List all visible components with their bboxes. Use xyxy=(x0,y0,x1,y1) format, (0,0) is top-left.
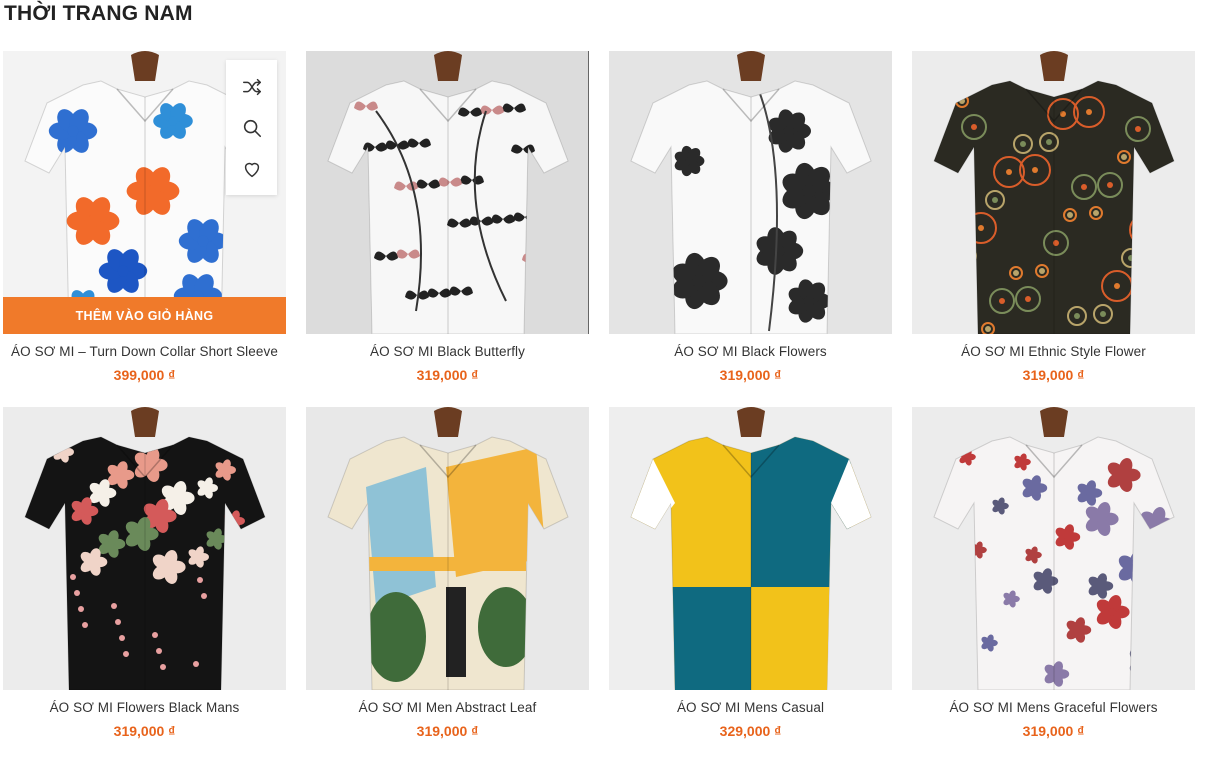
shuffle-icon xyxy=(242,78,261,95)
product-price: 319,000 ₫ xyxy=(416,723,479,739)
heart-icon xyxy=(244,162,259,177)
shirt-illustration xyxy=(327,51,569,334)
product-price: 399,000 ₫ xyxy=(113,367,176,383)
shirt-illustration xyxy=(630,51,872,334)
product-image[interactable] xyxy=(912,51,1195,334)
product-name[interactable]: ÁO SƠ MI Ethnic Style Flower xyxy=(912,344,1195,359)
wishlist-button[interactable] xyxy=(239,156,265,182)
product-price: 319,000 ₫ xyxy=(1022,367,1085,383)
product-card[interactable]: ÁO SƠ MI Mens Graceful Flowers 319,000 ₫ xyxy=(912,407,1195,758)
product-name[interactable]: ÁO SƠ MI Black Flowers xyxy=(609,344,892,359)
product-image[interactable] xyxy=(306,407,589,690)
product-grid: THÊM VÀO GIỎ HÀNG ÁO SƠ MI – Turn Down C… xyxy=(3,51,1195,758)
product-image[interactable] xyxy=(3,407,286,690)
compare-button[interactable] xyxy=(239,74,265,100)
product-card[interactable]: ÁO SƠ MI Mens Casual 329,000 ₫ xyxy=(609,407,892,758)
product-price: 319,000 ₫ xyxy=(113,723,176,739)
product-name[interactable]: ÁO SƠ MI Flowers Black Mans xyxy=(3,700,286,715)
product-image[interactable] xyxy=(306,51,589,334)
product-card[interactable]: THÊM VÀO GIỎ HÀNG ÁO SƠ MI – Turn Down C… xyxy=(3,51,286,407)
product-actions xyxy=(226,60,277,195)
product-card[interactable]: ÁO SƠ MI Black Flowers 319,000 ₫ xyxy=(609,51,892,407)
product-card[interactable]: ÁO SƠ MI Men Abstract Leaf 319,000 ₫ xyxy=(306,407,589,758)
shirt-illustration xyxy=(630,407,872,690)
shirt-illustration xyxy=(327,407,569,690)
product-name[interactable]: ÁO SƠ MI Mens Graceful Flowers xyxy=(912,700,1195,715)
quick-view-button[interactable] xyxy=(239,115,265,141)
product-card[interactable]: ÁO SƠ MI Flowers Black Mans 319,000 ₫ xyxy=(3,407,286,758)
search-icon xyxy=(243,119,261,137)
product-name[interactable]: ÁO SƠ MI Men Abstract Leaf xyxy=(306,700,589,715)
product-name[interactable]: ÁO SƠ MI – Turn Down Collar Short Sleeve xyxy=(3,344,286,359)
shirt-illustration xyxy=(24,407,266,690)
shirt-illustration xyxy=(933,51,1175,334)
product-image[interactable] xyxy=(609,51,892,334)
product-card[interactable]: ÁO SƠ MI Black Butterfly 319,000 ₫ xyxy=(306,51,589,407)
add-to-cart-button[interactable]: THÊM VÀO GIỎ HÀNG xyxy=(3,297,286,334)
product-price: 319,000 ₫ xyxy=(719,367,782,383)
product-price: 329,000 ₫ xyxy=(719,723,782,739)
shirt-illustration xyxy=(933,407,1175,690)
product-image[interactable] xyxy=(609,407,892,690)
product-name[interactable]: ÁO SƠ MI Black Butterfly xyxy=(306,344,589,359)
product-price: 319,000 ₫ xyxy=(416,367,479,383)
product-price: 319,000 ₫ xyxy=(1022,723,1085,739)
product-name[interactable]: ÁO SƠ MI Mens Casual xyxy=(609,700,892,715)
product-image[interactable]: THÊM VÀO GIỎ HÀNG xyxy=(3,51,286,334)
product-card[interactable]: ÁO SƠ MI Ethnic Style Flower 319,000 ₫ xyxy=(912,51,1195,407)
product-image[interactable] xyxy=(912,407,1195,690)
section-title: THỜI TRANG NAM xyxy=(4,2,193,25)
